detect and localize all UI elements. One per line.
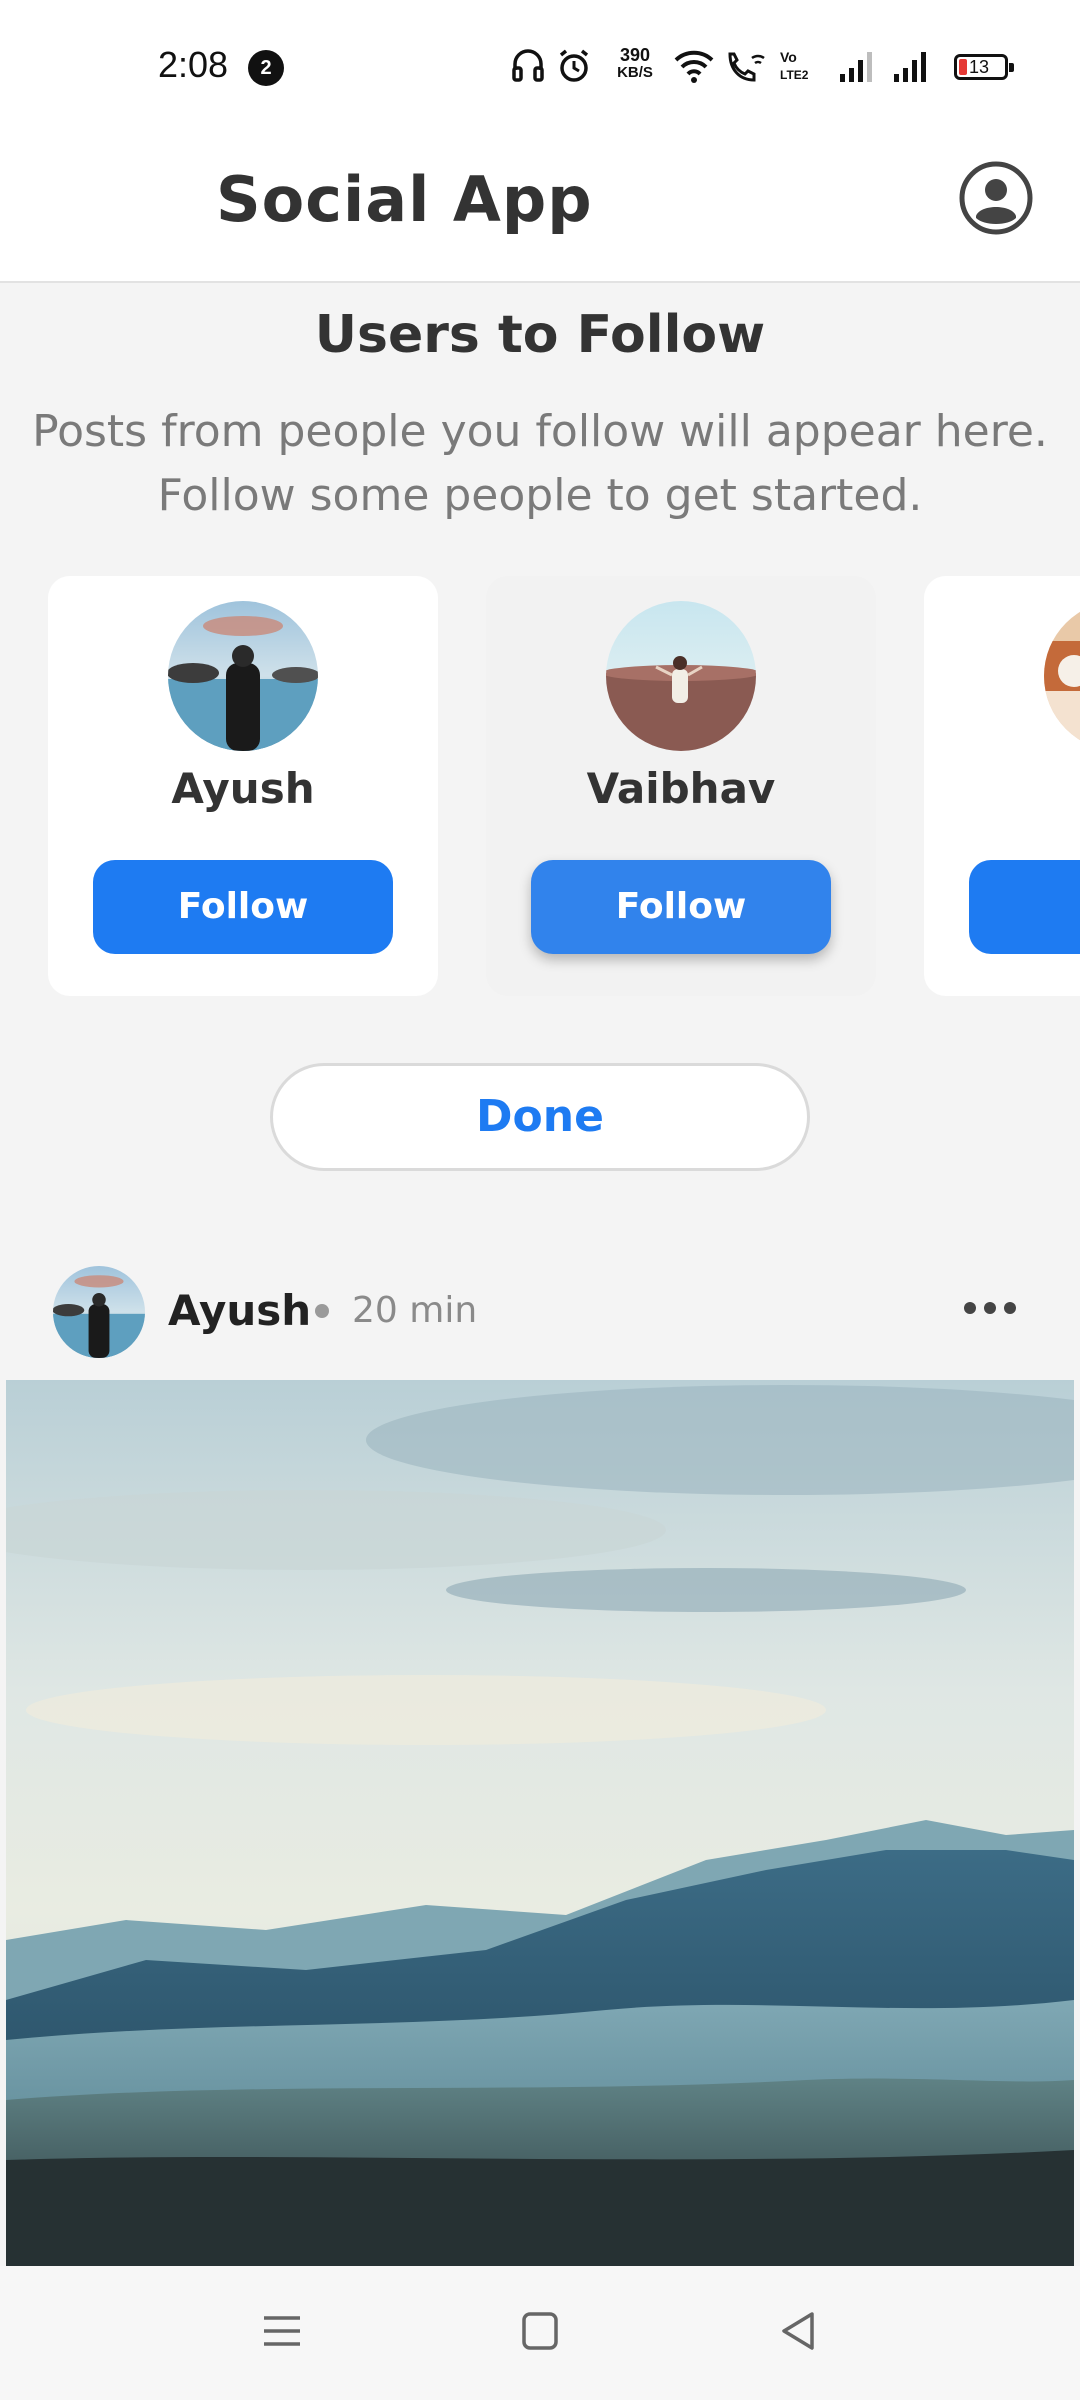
wifi-icon [674,50,714,83]
menu-icon[interactable] [252,2306,312,2356]
avatar[interactable] [606,601,756,751]
post-author-name[interactable]: Ayush [168,1286,311,1335]
more-horizontal-icon[interactable] [960,1290,1020,1326]
triangle-back-icon[interactable] [768,2306,828,2356]
app-title: Social App [216,163,593,236]
app-bar: Social App [0,135,1080,283]
user-name: Vaibhav [586,764,776,813]
user-card: P F [924,576,1080,996]
avatar[interactable] [168,601,318,751]
status-time: 2:08 [158,44,229,85]
avatar[interactable] [1044,601,1080,751]
svg-text:Vo: Vo [780,49,797,65]
system-nav-bar [0,2266,1080,2400]
users-to-follow-title: Users to Follow [314,305,766,365]
alarm-icon [559,49,589,82]
network-speed: 390 KB/S [617,45,653,81]
post-header: Ayush 20 min [0,1260,1080,1370]
svg-text:LTE2: LTE2 [780,68,809,82]
status-bar: 2:08 2 390 KB/S Vo LTE2 13 [0,0,1080,135]
status-icons: 390 KB/S Vo LTE2 13 [510,46,1020,90]
post-author-avatar[interactable] [53,1266,145,1358]
user-cards-carousel[interactable]: Ayush Follow Vaibhav Follow [0,576,1080,998]
user-name: P [924,764,1080,813]
wifi-calling-icon [728,52,765,82]
volte-icon: Vo LTE2 [780,49,809,82]
post-timestamp: 20 min [352,1290,478,1331]
signal-icon-2 [894,52,926,82]
user-card: Vaibhav Follow [486,576,876,996]
battery-icon: 13 [954,54,1014,80]
follow-button[interactable]: F [969,860,1080,954]
notification-badge: 2 [248,50,284,86]
users-to-follow-subtitle: Posts from people you follow will appear… [32,406,1048,521]
signal-icon-1 [840,52,872,82]
follow-button[interactable]: Follow [93,860,393,954]
user-name: Ayush [171,764,315,813]
post-image[interactable] [6,1380,1074,2266]
square-home-icon[interactable] [510,2306,570,2356]
user-card: Ayush Follow [48,576,438,996]
account-circle-icon[interactable] [958,160,1034,236]
headphones-icon [512,49,544,82]
done-button[interactable]: Done [270,1063,810,1171]
separator-dot [315,1304,329,1318]
follow-button[interactable]: Follow [531,860,831,954]
